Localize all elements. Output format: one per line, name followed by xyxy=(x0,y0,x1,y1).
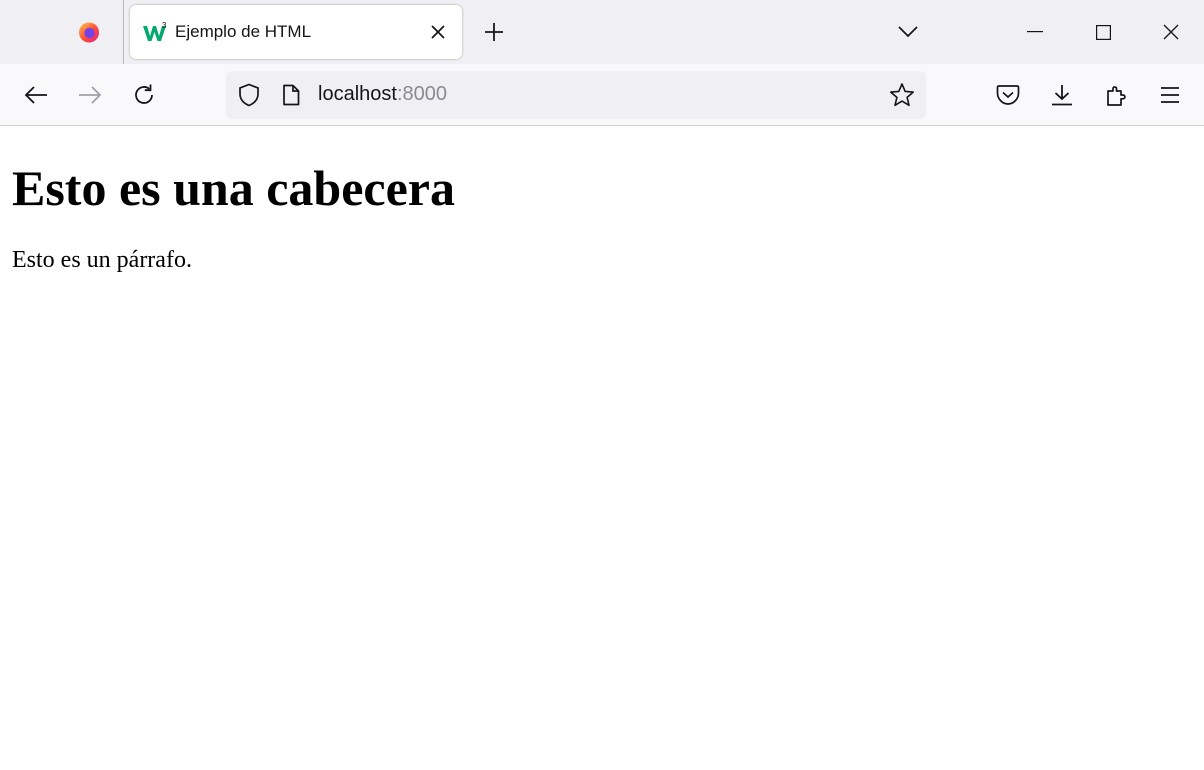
url-text[interactable]: localhost:8000 xyxy=(318,83,447,106)
back-button[interactable] xyxy=(18,77,54,113)
close-icon xyxy=(431,25,445,39)
tab-title: Ejemplo de HTML xyxy=(175,22,312,41)
tab-active[interactable]: 3 Ejemplo de HTML xyxy=(130,5,462,59)
page-icon[interactable] xyxy=(279,83,303,107)
plus-icon xyxy=(484,22,504,42)
navigation-toolbar: localhost:8000 xyxy=(0,64,1204,126)
shield-icon[interactable] xyxy=(237,83,261,107)
url-port: :8000 xyxy=(396,83,447,105)
star-icon xyxy=(889,82,915,108)
w3schools-icon: 3 xyxy=(142,21,168,43)
arrow-right-icon xyxy=(78,85,102,105)
list-all-tabs-button[interactable] xyxy=(892,16,924,48)
arrow-left-icon xyxy=(24,85,48,105)
tab-separator xyxy=(123,0,124,64)
firefox-icon xyxy=(77,20,101,44)
minimize-icon xyxy=(1027,31,1043,33)
url-bar[interactable]: localhost:8000 xyxy=(226,71,926,119)
new-tab-button[interactable] xyxy=(478,16,510,48)
svg-text:3: 3 xyxy=(162,21,167,30)
reload-icon xyxy=(132,83,156,107)
browser-window: 3 Ejemplo de HTML localhost:8000 Esto es… xyxy=(0,0,1204,770)
page-content: Esto es una cabecera Esto es un párrafo. xyxy=(0,126,1204,770)
download-icon xyxy=(1050,83,1074,107)
tab-close-button[interactable] xyxy=(424,18,452,46)
pocket-button[interactable] xyxy=(990,77,1026,113)
downloads-button[interactable] xyxy=(1044,77,1080,113)
url-host: localhost xyxy=(318,83,397,105)
hamburger-menu-icon xyxy=(1160,86,1180,104)
maximize-button[interactable] xyxy=(1069,0,1137,64)
maximize-icon xyxy=(1095,24,1111,40)
app-menu-button[interactable] xyxy=(1152,77,1188,113)
forward-button[interactable] xyxy=(72,77,108,113)
close-icon xyxy=(1163,24,1179,40)
tab-strip: 3 Ejemplo de HTML xyxy=(0,0,1204,64)
page-heading: Esto es una cabecera xyxy=(12,160,455,216)
firefox-view-button[interactable] xyxy=(62,10,116,54)
extensions-button[interactable] xyxy=(1099,77,1135,113)
puzzle-icon xyxy=(1105,83,1129,107)
bookmark-star-button[interactable] xyxy=(890,83,914,107)
pocket-icon xyxy=(996,84,1020,106)
close-window-button[interactable] xyxy=(1137,0,1204,64)
page-paragraph: Esto es un párrafo. xyxy=(12,247,192,273)
reload-button[interactable] xyxy=(126,77,162,113)
chevron-down-icon xyxy=(898,26,918,38)
minimize-button[interactable] xyxy=(1001,0,1069,64)
